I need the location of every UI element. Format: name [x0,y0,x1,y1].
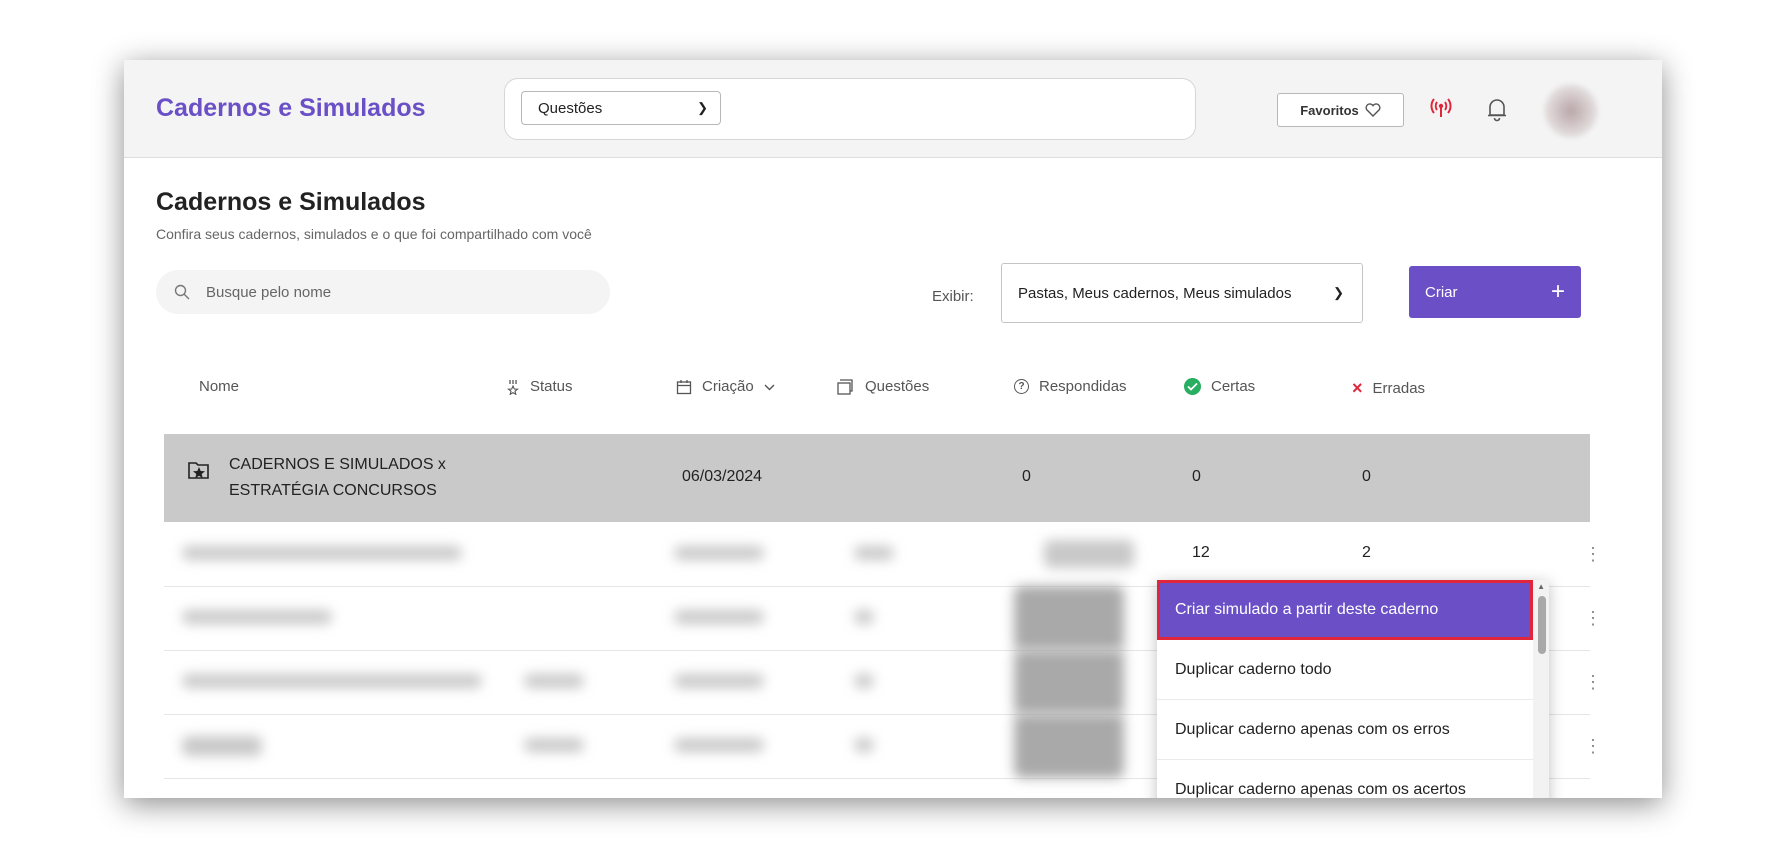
blurred-content [182,674,482,688]
column-label-created: Criação [702,378,754,395]
document-icon [837,378,853,395]
column-label-correct: Certas [1211,378,1256,395]
row-actions-menu-icon[interactable]: ⋮ [1584,672,1602,693]
blurred-content [1044,540,1134,568]
plus-icon: + [1550,278,1565,305]
column-header-wrong[interactable]: × Erradas [1352,378,1425,399]
menu-scrollbar[interactable]: ▲ ▼ [1533,580,1549,798]
scroll-up-icon[interactable]: ▲ [1537,582,1545,591]
notification-bell-icon[interactable] [1486,96,1508,122]
app-window: Cadernos e Simulados Questões ❯ Favorito… [124,60,1662,798]
folder-answered-count: 0 [1022,468,1031,485]
column-header-answered[interactable]: ? Respondidas [1014,378,1127,395]
folder-created-date: 06/03/2024 [682,468,763,485]
blurred-content [182,610,332,624]
search-icon [174,284,190,300]
create-button[interactable]: Criar + [1409,266,1581,318]
top-bar: Cadernos e Simulados Questões ❯ Favorito… [124,60,1662,158]
medal-icon [507,379,519,395]
row-actions-menu-icon[interactable]: ⋮ [1584,736,1602,757]
row-actions-dropdown: Criar simulado a partir deste caderno Du… [1157,580,1549,798]
page-title: Cadernos e Simulados [156,188,426,216]
name-search-field[interactable] [156,270,610,314]
sort-chevron-down-icon[interactable] [764,383,775,391]
heart-icon [1365,103,1381,117]
blurred-content [674,546,764,560]
blurred-content [182,546,462,560]
blurred-content [1014,650,1124,714]
blurred-content [854,738,874,752]
menu-item-duplicate-errors[interactable]: Duplicar caderno apenas com os erros [1157,700,1533,760]
view-filter-select[interactable]: Pastas, Meus cadernos, Meus simulados ❯ [1001,263,1363,323]
folder-wrong-count: 0 [1362,468,1371,485]
page-subtitle: Confira seus cadernos, simulados e o que… [156,226,592,242]
view-filter-value: Pastas, Meus cadernos, Meus simulados [1018,284,1292,302]
row-wrong-count: 2 [1362,544,1371,561]
column-header-questions[interactable]: Questões [837,378,929,395]
column-header-correct[interactable]: Certas [1184,378,1255,395]
table-row-folder[interactable]: CADERNOS E SIMULADOS x ESTRATÉGIA CONCUR… [164,434,1590,522]
row-actions-menu-icon[interactable]: ⋮ [1584,608,1602,629]
blurred-content [674,738,764,752]
chevron-down-icon: ❯ [1333,285,1344,300]
starred-folder-icon [188,462,209,479]
live-broadcast-icon[interactable] [1428,96,1454,118]
column-label-questions: Questões [865,378,930,395]
table-row[interactable]: 12 2 ⋮ [164,522,1602,587]
blurred-content [674,674,764,688]
blurred-content [182,736,262,756]
name-search-input[interactable] [204,282,568,302]
x-icon: × [1352,378,1363,398]
menu-item-duplicate-all[interactable]: Duplicar caderno todo [1157,640,1533,700]
column-label-status: Status [530,378,573,395]
column-label-wrong: Erradas [1372,380,1426,397]
blurred-content [1014,714,1124,778]
column-header-status[interactable]: Status [506,378,573,395]
global-search-bar[interactable]: Questões ❯ [504,78,1196,140]
brand-title[interactable]: Cadernos e Simulados [156,94,426,123]
chevron-down-icon: ❯ [697,100,708,115]
folder-name[interactable]: CADERNOS E SIMULADOS x ESTRATÉGIA CONCUR… [229,452,469,504]
blurred-content [854,546,894,560]
user-avatar[interactable] [1544,84,1598,138]
column-header-name[interactable]: Nome [199,378,239,395]
column-label-answered: Respondidas [1039,378,1127,395]
menu-item-create-simulation[interactable]: Criar simulado a partir deste caderno [1157,580,1533,640]
question-circle-icon: ? [1014,379,1029,394]
search-type-label: Questões [538,99,603,117]
column-header-created[interactable]: Criação [676,378,775,395]
blurred-content [854,674,874,688]
folder-correct-count: 0 [1192,468,1201,485]
blurred-content [1014,586,1124,650]
favorites-button[interactable]: Favoritos [1277,93,1404,127]
blurred-content [524,738,584,752]
blurred-content [674,610,764,624]
favorites-label: Favoritos [1300,102,1359,118]
row-correct-count: 12 [1192,544,1210,561]
search-type-select[interactable]: Questões ❯ [521,91,721,125]
calendar-icon [676,379,692,394]
blurred-content [854,610,874,624]
column-label-name: Nome [199,378,240,395]
blurred-content [524,674,584,688]
create-button-label: Criar [1425,283,1458,301]
scrollbar-thumb[interactable] [1538,596,1546,654]
view-filter-label: Exibir: [932,288,974,305]
check-circle-icon [1184,378,1201,395]
row-actions-menu-icon[interactable]: ⋮ [1584,544,1602,565]
menu-item-duplicate-correct[interactable]: Duplicar caderno apenas com os acertos [1157,760,1533,798]
